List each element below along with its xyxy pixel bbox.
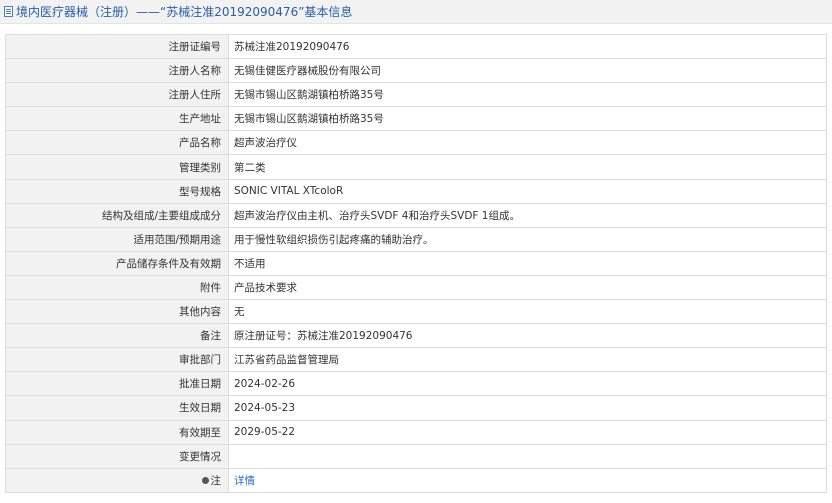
- table-row: 结构及组成/主要组成成分 超声波治疗仪由主机、治疗头SVDF 4和治疗头SVDF …: [5, 202, 827, 228]
- row-value: 第二类: [228, 154, 827, 180]
- note-label: 注: [210, 474, 222, 487]
- row-label: 注册证编号: [5, 33, 229, 60]
- table-row: 批准日期 2024-02-26: [5, 371, 827, 397]
- row-label: 产品名称: [5, 130, 229, 156]
- pin-icon: [201, 476, 209, 484]
- table-row: 审批部门 江苏省药品监督管理局: [5, 347, 827, 373]
- table-row: 产品储存条件及有效期 不适用: [5, 250, 827, 276]
- row-label: 有效期至: [5, 419, 229, 445]
- table-row: 注册人名称 无锡佳健医疗器械股份有限公司: [5, 58, 827, 84]
- row-label: 管理类别: [5, 154, 229, 180]
- row-value: 2024-02-26: [228, 371, 827, 397]
- table-row: 变更情况: [5, 443, 827, 469]
- note-value-cell: 详情: [228, 467, 827, 493]
- detail-link[interactable]: 详情: [234, 475, 255, 487]
- row-value: 超声波治疗仪: [228, 130, 827, 156]
- row-value: 不适用: [228, 250, 827, 276]
- row-value: 苏械注准20192090476: [228, 33, 827, 60]
- row-label: 结构及组成/主要组成成分: [5, 202, 229, 228]
- row-value: 用于慢性软组织损伤引起疼痛的辅助治疗。: [228, 226, 827, 252]
- row-label: 产品储存条件及有效期: [5, 250, 229, 276]
- info-table: 注册证编号 苏械注准20192090476 注册人名称 无锡佳健医疗器械股份有限公司…: [5, 33, 827, 493]
- table-row: 产品名称 超声波治疗仪: [5, 130, 827, 156]
- row-label: 生产地址: [5, 106, 229, 132]
- table-row: 管理类别 第二类: [5, 154, 827, 180]
- row-value: 无: [228, 299, 827, 325]
- row-label: 其他内容: [5, 299, 229, 325]
- row-value: SONIC VITAL XTcoloR: [228, 178, 827, 204]
- page-title: 境内医疗器械（注册）——“苏械注准20192090476”基本信息: [16, 5, 353, 19]
- row-value: 无锡市锡山区鹅湖镇柏桥路35号: [228, 106, 827, 132]
- table-row: 附件 产品技术要求: [5, 274, 827, 301]
- note-label-cell: 注: [5, 467, 229, 493]
- row-value: 无锡佳健医疗器械股份有限公司: [228, 58, 827, 84]
- table-row: 注册证编号 苏械注准20192090476: [5, 33, 827, 60]
- table-row: 有效期至 2029-05-22: [5, 419, 827, 445]
- table-row: 其他内容无: [5, 299, 827, 325]
- row-value: 产品技术要求: [228, 274, 827, 301]
- table-row: 适用范围/预期用途 用于慢性软组织损伤引起疼痛的辅助治疗。: [5, 226, 827, 252]
- page-header: 境内医疗器械（注册）——“苏械注准20192090476”基本信息: [0, 0, 832, 24]
- row-label: 附件: [5, 274, 229, 301]
- row-label: 生效日期: [5, 395, 229, 421]
- row-value: 超声波治疗仪由主机、治疗头SVDF 4和治疗头SVDF 1组成。: [228, 202, 827, 228]
- row-value: 2029-05-22: [228, 419, 827, 445]
- row-label: 型号规格: [5, 178, 229, 204]
- document-icon: [4, 6, 13, 17]
- row-value: [228, 443, 827, 469]
- table-row: 生产地址 无锡市锡山区鹅湖镇柏桥路35号: [5, 106, 827, 132]
- row-label: 注册人住所: [5, 82, 229, 108]
- table-row: 生效日期 2024-05-23: [5, 395, 827, 421]
- table-row: 注册人住所 无锡市锡山区鹅湖镇柏桥路35号: [5, 82, 827, 108]
- row-label: 适用范围/预期用途: [5, 226, 229, 252]
- row-label: 审批部门: [5, 347, 229, 373]
- note-row: 注 详情: [5, 467, 827, 493]
- row-value: 无锡市锡山区鹅湖镇柏桥路35号: [228, 82, 827, 108]
- row-value: 2024-05-23: [228, 395, 827, 421]
- row-label: 注册人名称: [5, 58, 229, 84]
- row-label: 批准日期: [5, 371, 229, 397]
- row-label: 变更情况: [5, 443, 229, 469]
- row-value: 江苏省药品监督管理局: [228, 347, 827, 373]
- row-value: 原注册证号：苏械注准20192090476: [228, 323, 827, 349]
- table-row: 型号规格 SONIC VITAL XTcoloR: [5, 178, 827, 204]
- row-label: 备注: [5, 323, 229, 349]
- table-row: 备注 原注册证号：苏械注准20192090476: [5, 323, 827, 349]
